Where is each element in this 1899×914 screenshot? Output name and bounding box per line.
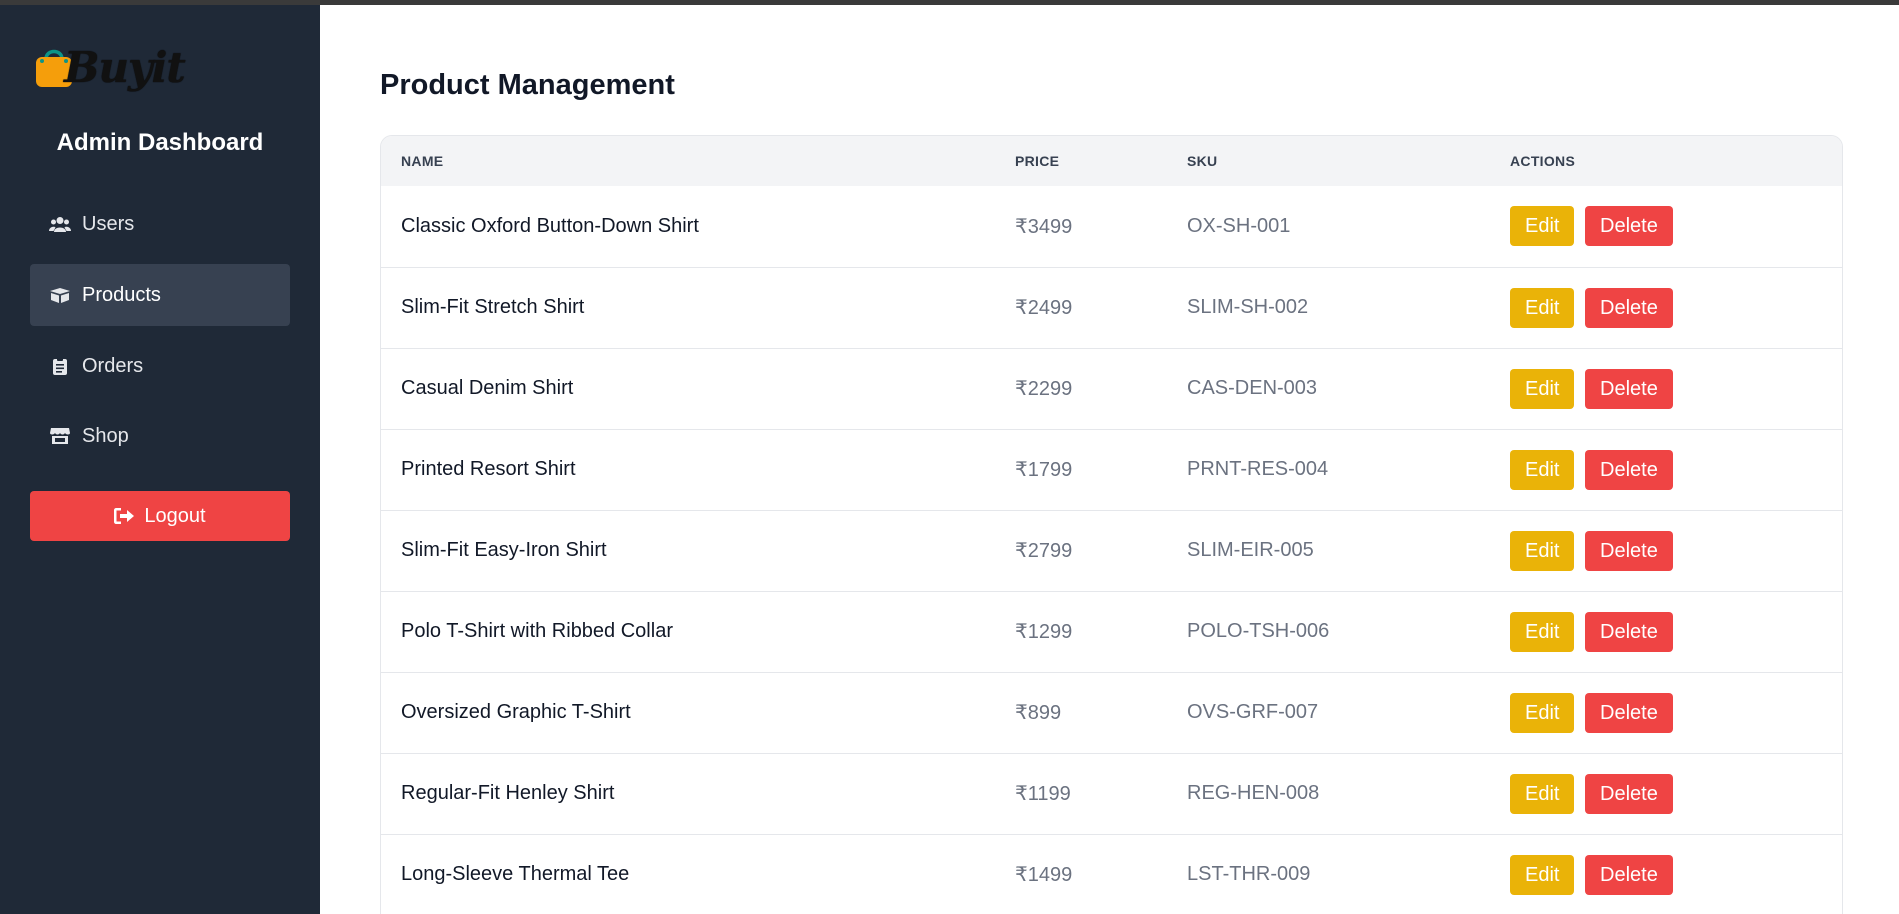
- edit-button[interactable]: Edit: [1510, 206, 1575, 247]
- product-price: ₹2299: [1015, 378, 1073, 400]
- product-name: Regular-Fit Henley Shirt: [401, 782, 615, 804]
- product-name: Long-Sleeve Thermal Tee: [401, 863, 630, 885]
- product-price: ₹1199: [1015, 783, 1071, 805]
- sidebar-item-orders[interactable]: Orders: [30, 335, 290, 397]
- edit-button[interactable]: Edit: [1510, 530, 1575, 571]
- delete-button[interactable]: Delete: [1585, 449, 1673, 490]
- product-sku: PRNT-RES-004: [1187, 458, 1329, 480]
- edit-button[interactable]: Edit: [1510, 692, 1575, 733]
- delete-button[interactable]: Delete: [1585, 854, 1673, 895]
- logout-label: Logout: [144, 504, 206, 527]
- column-header-name: NAME: [401, 153, 444, 169]
- product-sku: CAS-DEN-003: [1187, 377, 1318, 399]
- product-name: Slim-Fit Stretch Shirt: [401, 296, 585, 318]
- row-actions: Edit Delete: [1490, 672, 1842, 753]
- table-row: Printed Resort Shirt ₹1799 PRNT-RES-004 …: [381, 429, 1842, 510]
- product-name: Slim-Fit Easy-Iron Shirt: [401, 539, 607, 561]
- column-header-price: PRICE: [1015, 153, 1060, 169]
- brand-logo[interactable]: Buyit: [34, 37, 186, 95]
- row-actions: Edit Delete: [1490, 510, 1842, 591]
- users-icon: [49, 214, 71, 234]
- sign-out-icon: [114, 508, 135, 524]
- row-actions: Edit Delete: [1490, 348, 1842, 429]
- edit-button[interactable]: Edit: [1510, 773, 1575, 814]
- sidebar-item-label: Products: [82, 283, 161, 306]
- products-table-card: NAME PRICE SKU ACTIONS Classic Oxford Bu…: [380, 135, 1843, 914]
- table-row: Slim-Fit Easy-Iron Shirt ₹2799 SLIM-EIR-…: [381, 510, 1842, 591]
- product-price: ₹2499: [1015, 297, 1073, 319]
- edit-button[interactable]: Edit: [1510, 287, 1575, 328]
- store-icon: [49, 426, 71, 446]
- product-name: Oversized Graphic T-Shirt: [401, 701, 631, 723]
- row-actions: Edit Delete: [1490, 834, 1842, 914]
- table-row: Casual Denim Shirt ₹2299 CAS-DEN-003 Edi…: [381, 348, 1842, 429]
- product-name: Classic Oxford Button-Down Shirt: [401, 214, 699, 237]
- table-row: Polo T-Shirt with Ribbed Collar ₹1299 PO…: [381, 591, 1842, 672]
- delete-button[interactable]: Delete: [1585, 773, 1673, 814]
- product-sku: LST-THR-009: [1187, 863, 1311, 885]
- box-icon: [49, 285, 71, 305]
- product-price: ₹899: [1015, 702, 1062, 724]
- table-row: Slim-Fit Stretch Shirt ₹2499 SLIM-SH-002…: [381, 267, 1842, 348]
- row-actions: Edit Delete: [1490, 186, 1842, 267]
- delete-button[interactable]: Delete: [1585, 530, 1673, 571]
- table-row: Long-Sleeve Thermal Tee ₹1499 LST-THR-00…: [381, 834, 1842, 914]
- product-price: ₹3499: [1015, 215, 1073, 238]
- product-name: Casual Denim Shirt: [401, 377, 574, 399]
- edit-button[interactable]: Edit: [1510, 611, 1575, 652]
- delete-button[interactable]: Delete: [1585, 611, 1673, 652]
- brand-name: Buyit: [64, 43, 186, 92]
- product-sku: REG-HEN-008: [1187, 782, 1320, 804]
- column-header-actions: ACTIONS: [1510, 153, 1576, 169]
- clipboard-icon: [49, 356, 71, 376]
- sidebar-item-products[interactable]: Products: [30, 264, 290, 326]
- sidebar-item-users[interactable]: Users: [30, 193, 290, 255]
- product-sku: SLIM-EIR-005: [1187, 539, 1314, 561]
- table-header-row: NAME PRICE SKU ACTIONS: [381, 136, 1842, 186]
- table-row: Oversized Graphic T-Shirt ₹899 OVS-GRF-0…: [381, 672, 1842, 753]
- table-row: Regular-Fit Henley Shirt ₹1199 REG-HEN-0…: [381, 753, 1842, 834]
- row-actions: Edit Delete: [1490, 591, 1842, 672]
- product-sku: POLO-TSH-006: [1187, 620, 1330, 642]
- row-actions: Edit Delete: [1490, 267, 1842, 348]
- products-table: NAME PRICE SKU ACTIONS Classic Oxford Bu…: [381, 136, 1842, 914]
- product-price: ₹1499: [1015, 864, 1073, 886]
- sidebar-title: Admin Dashboard: [56, 129, 264, 156]
- delete-button[interactable]: Delete: [1585, 287, 1673, 328]
- sidebar-item-label: Users: [82, 212, 135, 235]
- logout-button[interactable]: Logout: [30, 491, 290, 541]
- edit-button[interactable]: Edit: [1510, 368, 1575, 409]
- product-sku: OX-SH-001: [1187, 214, 1291, 237]
- edit-button[interactable]: Edit: [1510, 449, 1575, 490]
- edit-button[interactable]: Edit: [1510, 854, 1575, 895]
- product-name: Printed Resort Shirt: [401, 458, 576, 480]
- column-header-sku: SKU: [1187, 153, 1218, 169]
- row-actions: Edit Delete: [1490, 753, 1842, 834]
- product-price: ₹1299: [1015, 621, 1073, 643]
- sidebar-item-shop[interactable]: Shop: [30, 405, 290, 467]
- product-name: Polo T-Shirt with Ribbed Collar: [401, 620, 673, 642]
- sidebar-item-label: Orders: [82, 354, 144, 377]
- product-sku: OVS-GRF-007: [1187, 701, 1319, 723]
- page-title: Product Management: [380, 69, 675, 101]
- sidebar-item-label: Shop: [82, 424, 129, 447]
- sidebar: Buyit Admin Dashboard Users Products Ord…: [0, 5, 320, 914]
- window-top-border: [0, 0, 1899, 5]
- delete-button[interactable]: Delete: [1585, 368, 1673, 409]
- row-actions: Edit Delete: [1490, 429, 1842, 510]
- delete-button[interactable]: Delete: [1585, 692, 1673, 733]
- main-content: Product Management NAME PRICE SKU ACTION…: [320, 5, 1899, 914]
- product-sku: SLIM-SH-002: [1187, 296, 1309, 318]
- table-row: Classic Oxford Button-Down Shirt ₹3499 O…: [381, 186, 1842, 267]
- delete-button[interactable]: Delete: [1585, 206, 1673, 247]
- product-price: ₹2799: [1015, 540, 1073, 562]
- product-price: ₹1799: [1015, 459, 1073, 481]
